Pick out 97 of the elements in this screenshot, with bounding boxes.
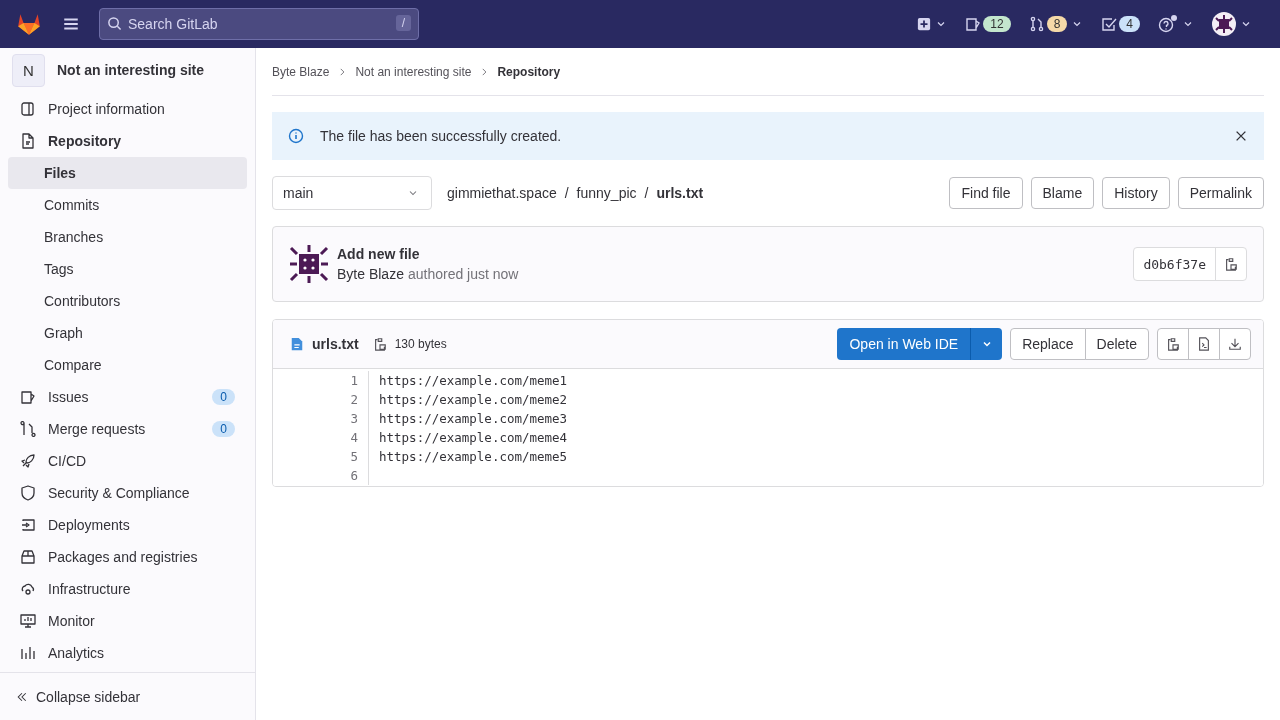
sidebar-item[interactable]: CI/CD [8,445,247,477]
line-number[interactable]: 6 [273,466,369,485]
file-name: urls.txt [312,336,359,352]
line-number[interactable]: 1 [273,371,369,390]
issue-icon [965,16,982,32]
avatar-icon [289,244,329,284]
merge-request-icon [20,421,36,437]
merge-requests-button[interactable]: 8 [1028,16,1084,32]
sidebar-item[interactable]: Deployments [8,509,247,541]
copy-contents-button[interactable] [1157,328,1189,360]
double-chevron-left-icon [16,690,28,703]
count-badge: 0 [212,421,235,437]
sidebar-item[interactable]: Merge requests 0 [8,413,247,445]
commit-time: authored just now [407,266,519,282]
sidebar-item[interactable]: Project information [8,93,247,125]
line-number[interactable]: 2 [273,390,369,409]
dropdown-toggle-button[interactable] [970,328,1003,360]
document-icon [20,133,36,149]
help-icon [1158,15,1178,33]
count-badge: 8 [1046,16,1068,32]
path-separator: / [644,185,649,201]
merge-request-icon [1028,16,1045,32]
commit-title[interactable]: Add new file [337,246,519,262]
book-icon [20,101,36,117]
copy-icon[interactable] [372,337,387,351]
code-line: https://example.com/meme4 [378,430,568,445]
open-web-ide-button[interactable]: Open in Web IDE [837,328,971,360]
issues-button[interactable]: 12 [965,16,1011,32]
alert-message: The file has been successfully created. [320,128,562,144]
deploy-icon [20,517,36,533]
plus-square-icon [917,17,932,31]
line-number[interactable]: 3 [273,409,369,428]
package-icon [20,549,36,565]
path-link[interactable]: gimmiethat.space [447,185,557,201]
line-number[interactable]: 4 [273,428,369,447]
search-icon [107,16,122,31]
file-icon [290,336,304,352]
file-action-button[interactable]: Delete [1084,328,1149,360]
path-link[interactable]: urls.txt [656,185,704,201]
action-button[interactable]: Permalink [1177,177,1264,209]
code-line: https://example.com/meme2 [378,392,568,407]
commit-sha: d0b6f37e [1134,248,1216,280]
sidebar-item[interactable]: Repository [8,125,247,157]
count-badge: 4 [1119,16,1140,32]
cloud-icon [20,581,36,597]
chart-icon [20,645,36,661]
sidebar-subitem[interactable]: Branches [8,221,247,253]
sidebar-subitem[interactable]: Commits [8,189,247,221]
count-badge: 12 [983,16,1011,32]
terminal-file-icon [1197,337,1211,351]
help-dropdown[interactable] [1158,15,1194,33]
copy-icon [1224,257,1238,271]
monitor-icon [20,613,36,629]
sidebar-item[interactable]: Monitor [8,605,247,637]
avatar-icon [1212,12,1236,36]
download-icon [1228,337,1242,351]
info-icon [288,128,304,144]
shield-icon [20,485,36,501]
sidebar-item[interactable]: Packages and registries [8,541,247,573]
copy-icon [1166,337,1180,351]
collapse-sidebar-button[interactable]: Collapse sidebar [0,672,255,720]
sidebar-subitem[interactable]: Compare [8,349,247,381]
file-size: 130 bytes [394,337,447,351]
code-line: https://example.com/meme3 [378,411,568,426]
close-icon[interactable] [1234,129,1248,143]
breadcrumb-link[interactable]: Not an interesting site [355,64,472,79]
count-badge: 0 [212,389,235,405]
raw-file-button[interactable] [1188,328,1220,360]
sidebar-subitem[interactable]: Tags [8,253,247,285]
line-number[interactable]: 5 [273,447,369,466]
breadcrumb-link[interactable]: Repository [497,64,561,79]
path-link[interactable]: funny_pic [576,185,637,201]
breadcrumb-link[interactable]: Byte Blaze [272,64,330,79]
issue-icon [20,389,36,405]
sidebar-subitem[interactable]: Contributors [8,285,247,317]
action-button[interactable]: Find file [949,177,1023,209]
todo-checkbox-icon [1101,16,1118,32]
commit-author[interactable]: Byte Blaze [337,266,404,282]
user-menu[interactable] [1212,12,1252,36]
rocket-icon [20,453,36,469]
path-separator: / [564,185,569,201]
code-line: https://example.com/meme1 [378,373,568,388]
download-button[interactable] [1219,328,1251,360]
sidebar-subitem[interactable]: Graph [8,317,247,349]
sidebar-item[interactable]: Issues 0 [8,381,247,413]
sidebar-subitem[interactable]: Files [8,157,247,189]
todos-button[interactable]: 4 [1101,16,1140,32]
sidebar-item[interactable]: Security & Compliance [8,477,247,509]
action-button[interactable]: Blame [1030,177,1095,209]
action-button[interactable]: History [1102,177,1170,209]
sidebar-item[interactable]: Analytics [8,637,247,669]
file-action-button[interactable]: Replace [1010,328,1086,360]
project-avatar: N [12,53,45,87]
sidebar-item[interactable]: Infrastructure [8,573,247,605]
branch-dropdown[interactable]: main [272,176,432,210]
project-name[interactable]: Not an interesting site [57,62,205,78]
code-line: https://example.com/meme5 [378,449,568,464]
